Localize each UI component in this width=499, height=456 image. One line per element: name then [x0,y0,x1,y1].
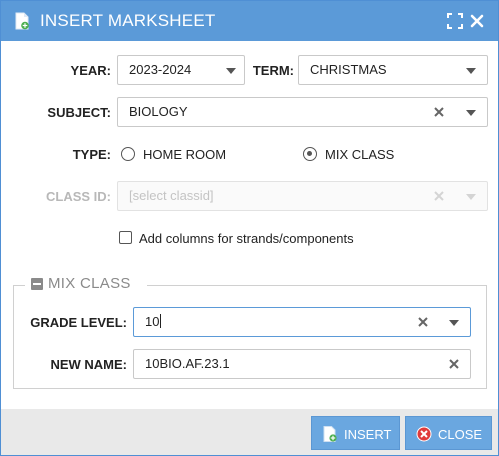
document-add-icon [15,12,29,30]
clear-icon[interactable] [418,317,428,327]
close-icon[interactable] [469,13,485,29]
subject-label: SUBJECT: [47,105,111,120]
close-button[interactable]: CLOSE [405,416,492,450]
grade-level-select[interactable]: 10 [133,307,471,337]
close-button-label: CLOSE [438,427,483,442]
grade-level-value: 10 [145,314,162,329]
subject-select[interactable]: BIOLOGY [117,97,488,127]
chevron-down-icon[interactable] [226,68,236,74]
new-name-label: NEW NAME: [50,357,127,372]
clear-icon[interactable] [434,107,444,117]
radio-label: HOME ROOM [143,147,227,162]
class-id-label: CLASS ID: [46,189,111,204]
class-id-placeholder: [select classid] [129,188,214,203]
term-select[interactable]: CHRISTMAS [298,55,488,85]
dialog-footer: INSERT CLOSE [1,409,498,455]
mix-class-legend[interactable]: MIX CLASS [25,275,147,295]
maximize-icon[interactable] [447,13,463,29]
term-value: CHRISTMAS [310,62,387,77]
class-id-select: [select classid] [117,181,488,211]
type-radio-home-room[interactable]: HOME ROOM [121,147,251,165]
mix-class-legend-text: MIX CLASS [48,275,131,292]
subject-value: BIOLOGY [129,104,188,119]
grade-level-label: GRADE LEVEL: [30,315,127,330]
new-name-input[interactable]: 10BIO.AF.23.1 [133,349,471,379]
chevron-down-icon[interactable] [449,320,459,326]
radio-label: MIX CLASS [325,147,395,162]
term-label: TERM: [252,63,294,78]
document-add-icon [323,426,337,442]
dialog-titlebar[interactable]: INSERT MARKSHEET [1,1,498,41]
close-circle-icon [416,426,432,442]
chevron-down-icon [466,194,476,200]
year-label: YEAR: [70,63,111,78]
insert-button-label: INSERT [344,427,392,442]
type-radio-mix-class[interactable]: MIX CLASS [303,147,413,165]
insert-button[interactable]: INSERT [311,416,400,450]
insert-marksheet-dialog: INSERT MARKSHEET YEAR: 2023-2024 TERM: C… [0,0,499,456]
new-name-value: 10BIO.AF.23.1 [145,356,230,371]
chevron-down-icon[interactable] [466,68,476,74]
clear-icon[interactable] [449,359,459,369]
type-label: TYPE: [72,147,111,162]
strands-checkbox-label[interactable]: Add columns for strands/components [139,231,354,246]
year-select[interactable]: 2023-2024 [117,55,245,85]
collapse-icon[interactable] [31,278,43,290]
year-value: 2023-2024 [129,62,192,77]
strands-checkbox[interactable] [119,231,132,244]
radio-button[interactable] [121,147,135,161]
clear-icon [434,191,444,201]
text-cursor [160,314,162,328]
chevron-down-icon[interactable] [466,110,476,116]
radio-button-selected[interactable] [303,147,317,161]
dialog-title: INSERT MARKSHEET [40,11,216,30]
